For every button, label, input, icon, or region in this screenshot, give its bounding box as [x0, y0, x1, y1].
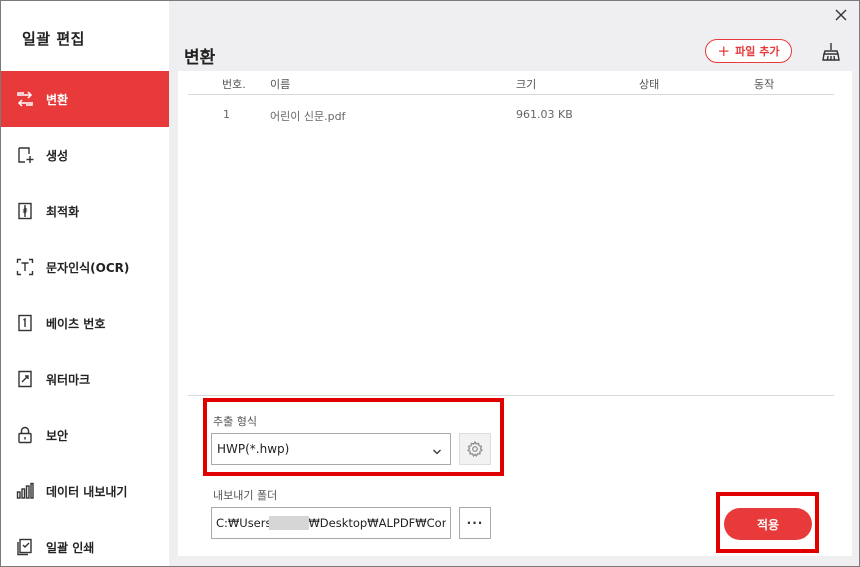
row-file-size: 961.03 KB [516, 108, 573, 121]
apply-button[interactable]: 적용 [724, 508, 812, 540]
sidebar-item-label: 워터마크 [46, 372, 91, 387]
broom-icon [822, 43, 840, 61]
column-header-name: 이름 [270, 78, 291, 91]
sidebar-item-security[interactable]: 보안 [1, 407, 169, 463]
table-header: 번호. 이름 크기 상태 동작 [188, 71, 834, 95]
convert-icon [15, 89, 35, 109]
lock-icon [15, 425, 35, 445]
sidebar-item-data-export[interactable]: 데이터 내보내기 [1, 463, 169, 519]
sidebar-item-label: 일괄 인쇄 [46, 540, 95, 555]
add-file-button[interactable]: + 파일 추가 [705, 39, 792, 63]
clear-list-button[interactable] [821, 42, 841, 62]
masked-username [269, 516, 309, 530]
sidebar-item-convert[interactable]: 변환 [1, 71, 169, 127]
column-header-size: 크기 [516, 78, 537, 91]
content-panel: 번호. 이름 크기 상태 동작 1 어린이 신문.pdf 961.03 KB 추… [178, 71, 852, 556]
sidebar-item-label: 생성 [46, 148, 69, 163]
bar-chart-icon [15, 481, 35, 501]
format-select-value: HWP(*.hwp) [217, 442, 290, 456]
sidebar-item-batch-print[interactable]: 일괄 인쇄 [1, 519, 169, 567]
sidebar: 일괄 편집 변환 생성 최적화 문자인식(OCR) 베이츠 번호 워터마크 보안… [1, 1, 169, 566]
export-folder-label: 내보내기 폴더 [213, 489, 278, 502]
app-title: 일괄 편집 [22, 30, 85, 48]
browse-folder-button[interactable]: ··· [459, 507, 491, 539]
row-file-name: 어린이 신문.pdf [270, 110, 346, 123]
column-header-number: 번호. [222, 78, 246, 91]
more-dots-icon: ··· [466, 516, 484, 530]
create-icon [15, 145, 35, 165]
format-select[interactable]: HWP(*.hwp) [211, 433, 451, 465]
batch-edit-window: 일괄 편집 변환 생성 최적화 문자인식(OCR) 베이츠 번호 워터마크 보안… [0, 0, 860, 567]
sidebar-item-create[interactable]: 생성 [1, 127, 169, 183]
optimize-icon [15, 201, 35, 221]
divider [188, 395, 834, 396]
sidebar-item-label: 변환 [46, 92, 69, 107]
close-icon [835, 9, 847, 21]
watermark-icon [15, 369, 35, 389]
column-header-action: 동작 [754, 78, 775, 91]
ocr-icon [15, 257, 35, 277]
sidebar-item-label: 문자인식(OCR) [46, 260, 130, 275]
format-label: 추출 형식 [213, 415, 257, 428]
row-number: 1 [223, 108, 230, 121]
sidebar-item-bates-number[interactable]: 베이츠 번호 [1, 295, 169, 351]
close-button[interactable] [833, 7, 849, 23]
sidebar-item-label: 데이터 내보내기 [46, 484, 128, 499]
sidebar-item-watermark[interactable]: 워터마크 [1, 351, 169, 407]
bates-number-icon [15, 313, 35, 333]
page-title: 변환 [184, 48, 216, 68]
sidebar-item-ocr[interactable]: 문자인식(OCR) [1, 239, 169, 295]
print-icon [15, 537, 35, 557]
column-header-status: 상태 [639, 78, 660, 91]
sidebar-item-label: 최적화 [46, 204, 80, 219]
add-file-label: 파일 추가 [735, 45, 780, 58]
export-folder-input[interactable] [211, 507, 451, 539]
format-settings-button[interactable] [459, 433, 491, 465]
sidebar-item-label: 베이츠 번호 [46, 316, 106, 331]
table-row[interactable]: 1 어린이 신문.pdf 961.03 KB [188, 101, 834, 127]
sidebar-item-optimize[interactable]: 최적화 [1, 183, 169, 239]
chevron-down-icon [432, 445, 442, 459]
gear-icon [467, 441, 483, 457]
sidebar-item-label: 보안 [46, 428, 69, 443]
plus-icon: + [717, 41, 731, 60]
